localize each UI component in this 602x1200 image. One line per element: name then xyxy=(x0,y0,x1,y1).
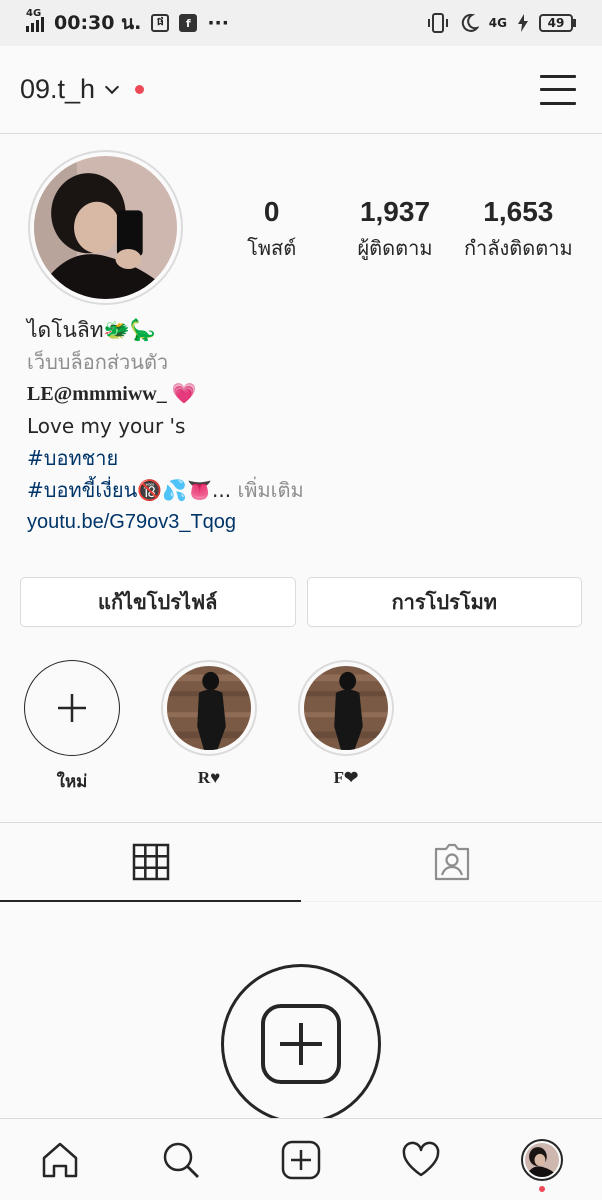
facebook-icon: f xyxy=(179,14,198,32)
profile-stats: 0 โพสต์ 1,937 ผู้ติดตาม 1,653 กำลังติดตา… xyxy=(210,196,580,264)
grid-icon xyxy=(132,843,169,881)
account-switcher[interactable]: 09.t_h xyxy=(20,74,95,105)
followers-count[interactable]: 1,937 ผู้ติดตาม xyxy=(333,196,456,264)
followers-count-label: ผู้ติดตาม xyxy=(357,236,433,260)
following-count-value: 1,653 xyxy=(483,196,554,227)
notification-dot xyxy=(538,1186,545,1192)
bio-website-link[interactable]: youtu.be/G79ov3_Tqog xyxy=(27,506,587,538)
followers-count-value: 1,937 xyxy=(359,196,431,227)
bio-mention-line[interactable]: LE@mmmiww_ 💗 xyxy=(27,378,587,410)
battery-level: 49 xyxy=(539,14,573,32)
profile-top-bar: 09.t_h xyxy=(0,46,602,134)
network-type: 4G xyxy=(26,8,42,19)
nav-search[interactable] xyxy=(120,1119,240,1200)
tab-grid[interactable] xyxy=(0,823,301,902)
search-icon xyxy=(163,1142,199,1178)
home-icon xyxy=(42,1142,78,1177)
mobile-data-label: 4G xyxy=(488,16,507,30)
bio-more-link[interactable]: เพิ่มเติม xyxy=(237,478,303,502)
avatar xyxy=(520,1138,563,1181)
tagged-icon xyxy=(434,843,469,881)
bio-text-line: Love my your 's xyxy=(27,414,186,438)
heart-icon xyxy=(403,1141,440,1176)
highlight-new[interactable]: ใหม่ xyxy=(20,660,124,795)
profile-actions: แก้ไขโปรไฟล์ การโปรโมท xyxy=(20,577,582,627)
add-first-post-button[interactable] xyxy=(221,964,381,1124)
following-count[interactable]: 1,653 กำลังติดตาม xyxy=(457,196,580,264)
battery-icon: 49 xyxy=(539,14,576,32)
notification-app-icon: ផ xyxy=(151,14,170,32)
bio-hashtag-1[interactable]: #บอทชาย xyxy=(27,442,587,474)
more-notifications-icon: ··· xyxy=(207,12,229,34)
highlight-item[interactable]: F❤ xyxy=(294,660,398,788)
profile-bio: ไดโนลิท🐲🦕 เว็บบล็อกส่วนตัว LE@mmmiww_ 💗 … xyxy=(27,314,587,538)
profile-avatar[interactable] xyxy=(28,150,183,305)
nav-new-post[interactable] xyxy=(241,1119,361,1200)
vibrate-icon xyxy=(427,13,448,33)
highlight-label: R♥ xyxy=(197,768,221,787)
tab-tagged[interactable] xyxy=(301,823,602,901)
highlight-cover-image xyxy=(304,666,388,750)
posts-count-value: 0 xyxy=(263,196,280,227)
edit-profile-button[interactable]: แก้ไขโปรไฟล์ xyxy=(20,577,296,627)
promotions-button[interactable]: การโปรโมท xyxy=(306,577,582,627)
posts-count-label: โพสต์ xyxy=(247,236,297,260)
following-count-label: กำลังติดตาม xyxy=(463,236,573,260)
new-post-icon xyxy=(281,1140,321,1179)
highlight-label: F❤ xyxy=(333,768,359,787)
highlight-cover-image xyxy=(167,666,251,750)
do-not-disturb-moon-icon xyxy=(461,13,479,32)
highlight-item[interactable]: R♥ xyxy=(157,660,261,788)
profile-tabs xyxy=(0,822,602,902)
nav-profile[interactable] xyxy=(482,1119,602,1200)
bio-hashtag-2[interactable]: #บอทขี้เงี่ยน🔞💦👅 xyxy=(27,478,212,502)
signal-icon: 4G xyxy=(26,8,44,32)
status-bar: 4G 00:30 น. ផ f ··· 4G 49 xyxy=(0,0,602,46)
new-post-icon xyxy=(261,1004,341,1084)
charging-icon xyxy=(518,14,528,32)
bio-ellipsis: ... xyxy=(212,478,232,502)
highlight-label: ใหม่ xyxy=(56,772,88,791)
chevron-down-icon[interactable] xyxy=(105,79,120,94)
profile-category: เว็บบล็อกส่วนตัว xyxy=(27,350,169,374)
clock: 00:30 น. xyxy=(54,12,142,34)
profile-display-name: ไดโนลิท🐲🦕 xyxy=(27,318,156,342)
nav-home[interactable] xyxy=(0,1119,120,1200)
posts-count[interactable]: 0 โพสต์ xyxy=(210,196,333,264)
plus-icon[interactable] xyxy=(24,660,120,756)
menu-icon[interactable] xyxy=(540,74,576,105)
notification-dot xyxy=(135,85,145,94)
bottom-navigation xyxy=(0,1118,602,1200)
nav-activity[interactable] xyxy=(361,1119,481,1200)
